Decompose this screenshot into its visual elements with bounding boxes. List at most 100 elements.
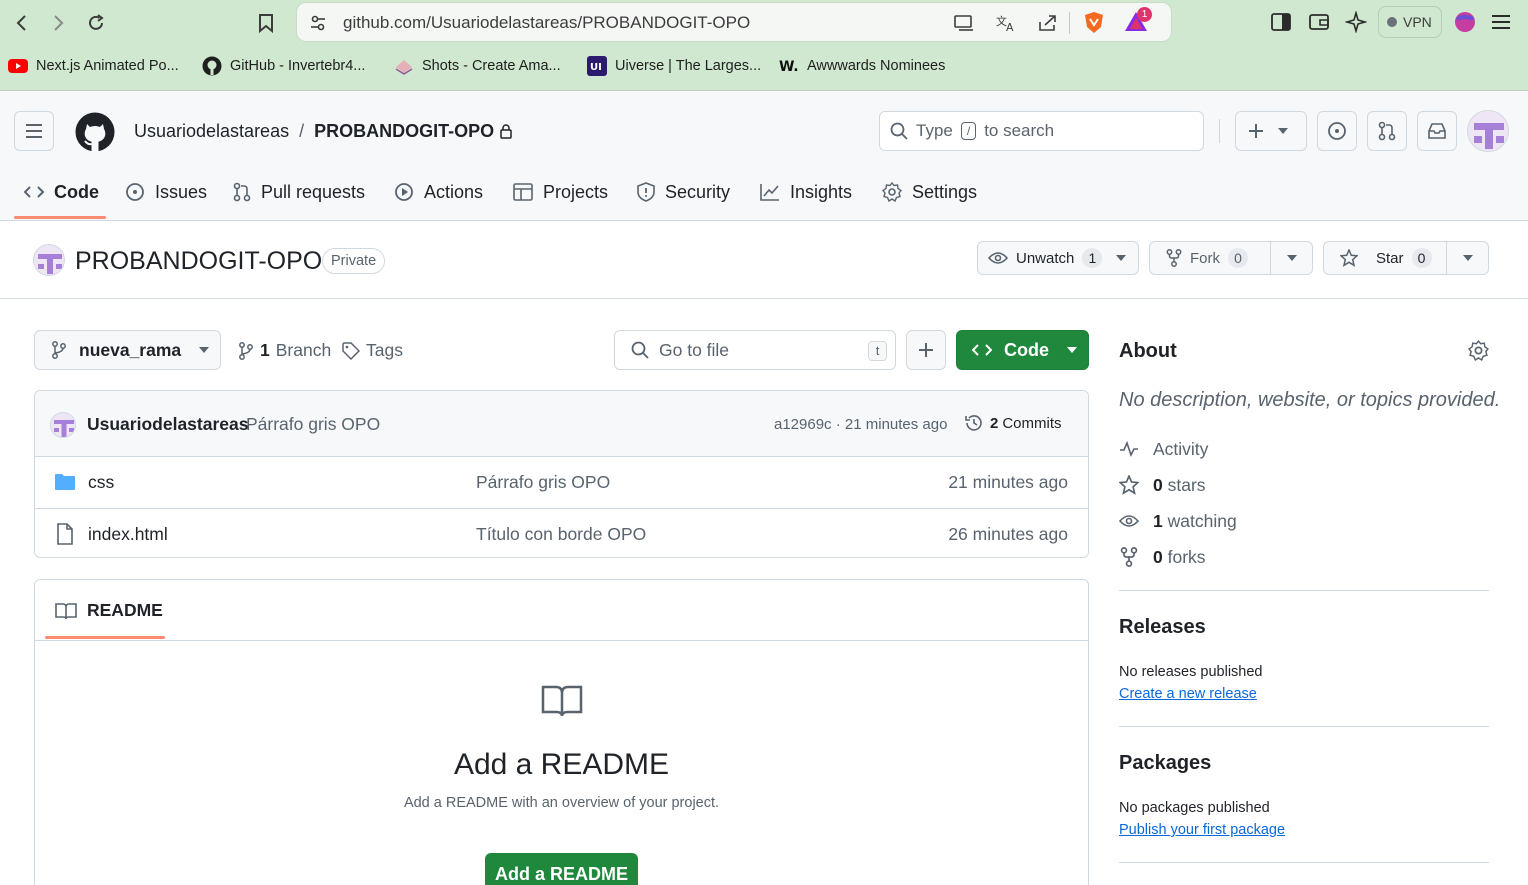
- uiverse-icon: UI: [587, 56, 607, 76]
- sidebar-toggle-icon[interactable]: [1270, 12, 1292, 32]
- leo-ai-icon[interactable]: [1345, 11, 1367, 33]
- address-bar[interactable]: github.com/Usuariodelastareas/PROBANDOGI…: [296, 2, 1172, 42]
- branch-count: 1: [260, 340, 270, 360]
- readme-tab[interactable]: README: [55, 600, 163, 621]
- tab-actions[interactable]: Actions: [394, 181, 483, 203]
- file-name[interactable]: css: [88, 472, 114, 493]
- unwatch-button[interactable]: Unwatch 1: [977, 241, 1139, 275]
- commit-author[interactable]: Usuariodelastareas: [87, 414, 248, 435]
- vpn-button[interactable]: VPN: [1378, 6, 1442, 38]
- user-avatar[interactable]: [1467, 110, 1509, 152]
- star-dropdown[interactable]: [1447, 255, 1488, 261]
- fork-icon: [1166, 249, 1182, 267]
- go-to-file-input[interactable]: Go to file t: [614, 330, 896, 370]
- brave-rewards-button[interactable]: 1: [1123, 7, 1153, 37]
- bookmark-item[interactable]: W. Awwwards Nominees: [779, 56, 945, 76]
- forward-button[interactable]: [44, 9, 72, 37]
- tags-link[interactable]: Tags: [342, 340, 403, 361]
- install-app-icon[interactable]: [953, 14, 975, 32]
- github-logo-icon[interactable]: [75, 112, 115, 152]
- bookmark-item[interactable]: UI Uiverse | The Larges...: [587, 56, 761, 76]
- branch-selector[interactable]: nueva_rama: [34, 330, 221, 370]
- browser-chrome: github.com/Usuariodelastareas/PROBANDOGI…: [0, 0, 1528, 91]
- tab-settings[interactable]: Settings: [882, 181, 977, 203]
- translate-icon[interactable]: 文A: [995, 13, 1017, 33]
- gear-icon[interactable]: [1468, 340, 1489, 361]
- issue-icon: [1328, 122, 1346, 140]
- publish-package-link[interactable]: Publish your first package: [1119, 822, 1285, 838]
- plus-icon: [919, 343, 933, 357]
- star-button[interactable]: Star 0: [1324, 242, 1447, 274]
- owner-link[interactable]: Usuariodelastareas: [134, 121, 289, 142]
- folder-icon: [55, 474, 75, 490]
- commit-message[interactable]: Párrafo gris OPO: [246, 414, 380, 435]
- caret-down-icon: [1462, 255, 1473, 261]
- reload-button[interactable]: [82, 9, 110, 37]
- lock-icon: [500, 124, 512, 139]
- vpn-label: VPN: [1403, 14, 1432, 30]
- profile-icon[interactable]: [1454, 11, 1476, 33]
- history-icon: [965, 415, 982, 431]
- brave-shield-icon[interactable]: [1083, 11, 1105, 35]
- fork-dropdown[interactable]: [1271, 255, 1312, 261]
- star-icon: [1119, 475, 1139, 495]
- create-release-link[interactable]: Create a new release: [1119, 686, 1257, 702]
- add-file-button[interactable]: [906, 330, 946, 370]
- file-commit-message[interactable]: Título con borde OPO: [476, 524, 646, 545]
- tab-projects[interactable]: Projects: [513, 181, 608, 203]
- global-menu-button[interactable]: [14, 111, 54, 151]
- bookmark-page-button[interactable]: [252, 9, 280, 37]
- commit-sha-time[interactable]: a12969c · 21 minutes ago: [774, 416, 947, 433]
- bookmark-icon: [259, 14, 273, 33]
- rewards-badge: 1: [1137, 7, 1152, 22]
- tab-pull-requests[interactable]: Pull requests: [233, 181, 365, 203]
- issues-button[interactable]: [1317, 111, 1357, 151]
- title-divider: [0, 298, 1528, 299]
- search-shortcut-key: /: [960, 122, 977, 140]
- pull-requests-button[interactable]: [1367, 111, 1407, 151]
- activity-link[interactable]: Activity: [1119, 438, 1208, 460]
- repo-link[interactable]: PROBANDOGIT-OPO: [314, 121, 494, 142]
- inbox-button[interactable]: [1417, 111, 1457, 151]
- about-heading: About: [1119, 340, 1177, 362]
- back-button[interactable]: [8, 9, 36, 37]
- svg-text:UI: UI: [590, 62, 602, 73]
- caret-down-icon: [1286, 255, 1297, 261]
- table-row[interactable]: index.html Título con borde OPO 26 minut…: [35, 508, 1088, 557]
- code-dropdown-button[interactable]: Code: [956, 330, 1089, 370]
- share-icon[interactable]: [1037, 13, 1059, 33]
- add-readme-button[interactable]: Add a README: [485, 853, 638, 885]
- forks-link[interactable]: 0 forks: [1119, 546, 1206, 568]
- repo-title[interactable]: PROBANDOGIT-OPO: [75, 247, 322, 276]
- wallet-icon[interactable]: [1308, 12, 1330, 32]
- url-text[interactable]: github.com/Usuariodelastareas/PROBANDOGI…: [343, 13, 750, 33]
- table-row[interactable]: css Párrafo gris OPO 21 minutes ago: [35, 457, 1088, 507]
- commits-history-link[interactable]: 2 Commits: [964, 413, 1062, 433]
- fork-button[interactable]: Fork 0: [1150, 242, 1271, 274]
- global-search-input[interactable]: Type / to search: [879, 111, 1204, 151]
- fork-button-group: Fork 0: [1149, 241, 1313, 275]
- bookmark-item[interactable]: Next.js Animated Po...: [8, 56, 179, 76]
- forks-count: 0: [1153, 546, 1163, 567]
- watching-link[interactable]: 1 watching: [1119, 510, 1237, 532]
- tab-security[interactable]: Security: [637, 181, 730, 203]
- tab-code[interactable]: Code: [24, 181, 99, 203]
- packages-heading[interactable]: Packages: [1119, 752, 1211, 775]
- eye-icon: [1119, 515, 1139, 527]
- create-new-button[interactable]: [1235, 111, 1307, 151]
- releases-heading[interactable]: Releases: [1119, 616, 1206, 639]
- stars-link[interactable]: 0 stars: [1119, 474, 1206, 496]
- bookmark-item[interactable]: GitHub - Invertebr4...: [202, 56, 365, 76]
- file-name[interactable]: index.html: [88, 524, 168, 545]
- graph-icon: [760, 184, 779, 201]
- repo-owner-avatar[interactable]: [33, 244, 65, 276]
- file-commit-message[interactable]: Párrafo gris OPO: [476, 472, 610, 493]
- tab-issues[interactable]: Issues: [125, 181, 207, 203]
- menu-icon[interactable]: [1491, 13, 1511, 31]
- branches-link[interactable]: 1 Branch: [238, 340, 331, 361]
- vpn-status-icon: [1387, 17, 1397, 27]
- tab-insights[interactable]: Insights: [760, 181, 852, 203]
- commit-author-avatar[interactable]: [50, 412, 76, 438]
- bookmark-item[interactable]: Shots - Create Ama...: [394, 56, 561, 76]
- reload-icon: [89, 14, 104, 30]
